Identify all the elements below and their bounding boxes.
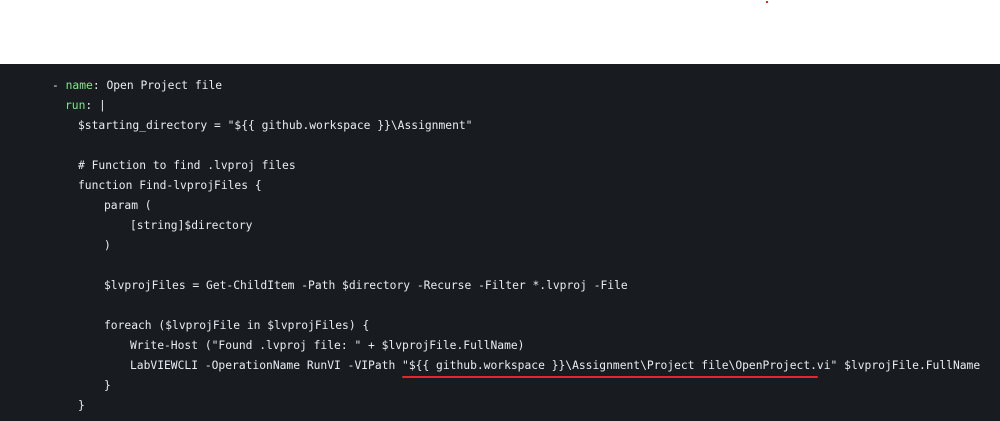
code-line-name: - name: Open Project file — [52, 76, 222, 96]
yaml-key-name: name — [65, 79, 93, 92]
yaml-key-run: run — [65, 99, 86, 112]
code-line-write-host: Write-Host ("Found .lvproj file: " + $lv… — [130, 339, 525, 352]
code-line-starting-directory: $starting_directory = "${{ github.worksp… — [78, 119, 473, 132]
code-line-param-open: param ( — [104, 199, 152, 212]
page-top-whitespace — [0, 0, 1000, 64]
yaml-block-indicator: | — [99, 99, 106, 112]
code-line-run: run: | — [65, 96, 106, 116]
annotation-red-underline — [402, 376, 818, 378]
stray-red-mark — [766, 1, 768, 3]
code-line-param-directory: [string]$directory — [130, 219, 253, 232]
code-line-function-decl: function Find-lvprojFiles { — [78, 179, 262, 192]
code-line-comment: # Function to find .lvproj files — [78, 159, 296, 172]
code-block: - name: Open Project file run: | $starti… — [0, 64, 1000, 421]
code-line-get-childitem: $lvprojFiles = Get-ChildItem -Path $dire… — [104, 279, 628, 292]
code-line-param-close: ) — [104, 239, 111, 252]
yaml-value-name: Open Project file — [106, 79, 223, 92]
code-line-foreach: foreach ($lvprojFile in $lvprojFiles) { — [104, 319, 370, 332]
yaml-separator: : — [85, 99, 100, 112]
yaml-separator: : — [92, 79, 107, 92]
code-line-labviewcli: LabVIEWCLI -OperationName RunVI -VIPath … — [130, 359, 981, 372]
code-line-function-close: } — [78, 399, 85, 412]
yaml-dash: - — [52, 79, 66, 92]
code-line-foreach-close: } — [104, 379, 111, 392]
